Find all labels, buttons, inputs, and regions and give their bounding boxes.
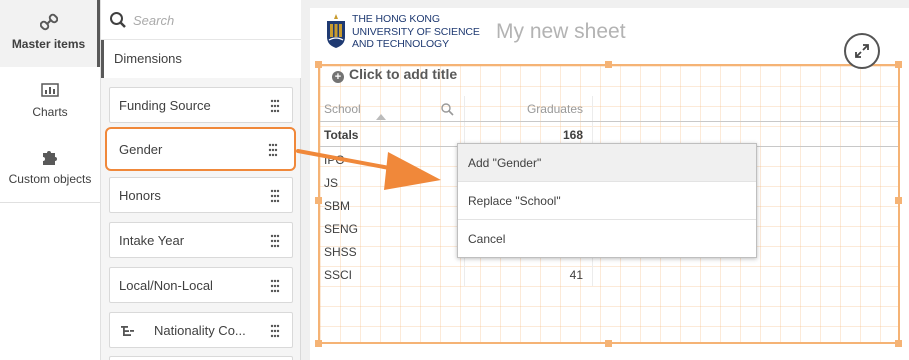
nav-master-items-label: Master items bbox=[11, 37, 86, 51]
dimension-item-gender[interactable]: Gender bbox=[105, 127, 296, 171]
logo-line: AND TECHNOLOGY bbox=[352, 38, 450, 50]
sort-ascending-icon[interactable] bbox=[376, 114, 386, 120]
dimension-item-intake-year[interactable]: Intake Year bbox=[109, 222, 293, 258]
dimension-label: Nationality Co... bbox=[154, 323, 246, 338]
nav-custom-objects-label: Custom objects bbox=[8, 172, 92, 186]
expand-button[interactable] bbox=[844, 33, 880, 69]
resize-handle[interactable] bbox=[895, 61, 902, 68]
search-input[interactable] bbox=[133, 10, 293, 30]
resize-handle[interactable] bbox=[895, 340, 902, 347]
table-row[interactable]: SSCI 41 bbox=[320, 264, 898, 287]
resize-handle[interactable] bbox=[315, 340, 322, 347]
table-header: School Graduates bbox=[320, 96, 898, 122]
nav-divider bbox=[0, 202, 100, 203]
plus-icon: + bbox=[332, 71, 344, 83]
drag-handle-icon[interactable] bbox=[270, 324, 280, 338]
nav-master-items[interactable]: Master items bbox=[0, 0, 100, 67]
totals-value: 168 bbox=[562, 128, 583, 142]
dimension-item-partial[interactable] bbox=[109, 356, 293, 360]
drill-down-icon bbox=[121, 326, 134, 336]
column-header-graduates[interactable]: Graduates bbox=[480, 96, 583, 122]
resize-handle[interactable] bbox=[315, 61, 322, 68]
dimension-item-funding-source[interactable]: Funding Source bbox=[109, 87, 293, 123]
drag-handle-icon[interactable] bbox=[270, 234, 280, 248]
search-bar bbox=[101, 0, 301, 40]
logo-text: THE HONG KONG UNIVERSITY OF SCIENCE AND … bbox=[352, 13, 480, 51]
dimension-item-honors[interactable]: Honors bbox=[109, 177, 293, 213]
crest-icon bbox=[327, 14, 345, 48]
cell-school: SHSS bbox=[324, 245, 357, 259]
resize-handle[interactable] bbox=[605, 340, 612, 347]
dimension-label: Honors bbox=[119, 188, 161, 203]
drag-handle-icon[interactable] bbox=[270, 279, 280, 293]
cell-school: JS bbox=[324, 176, 339, 190]
expand-icon bbox=[855, 44, 869, 58]
cell-graduates: 41 bbox=[569, 268, 583, 282]
dimension-label: Gender bbox=[119, 142, 163, 157]
cell-school: SSCI bbox=[324, 268, 353, 282]
drag-handle-icon[interactable] bbox=[270, 99, 280, 113]
dimension-label: Intake Year bbox=[119, 233, 185, 248]
nav-charts[interactable]: Charts bbox=[0, 68, 100, 135]
puzzle-icon bbox=[43, 151, 57, 165]
cell-school: SENG bbox=[324, 222, 359, 236]
left-nav: Master items Charts Custom objects bbox=[0, 0, 101, 360]
university-logo: THE HONG KONG UNIVERSITY OF SCIENCE AND … bbox=[325, 13, 485, 51]
sheet-title[interactable]: My new sheet bbox=[496, 20, 626, 44]
drag-handle-icon[interactable] bbox=[270, 189, 280, 203]
menu-item-replace-school[interactable]: Replace "School" bbox=[458, 182, 756, 220]
header-divider bbox=[320, 121, 898, 122]
dimension-label: Local/Non-Local bbox=[119, 278, 213, 293]
cell-school: SBM bbox=[324, 199, 351, 213]
logo-line: UNIVERSITY OF SCIENCE bbox=[352, 25, 480, 38]
totals-label: Totals bbox=[324, 128, 359, 142]
menu-item-add-gender[interactable]: Add "Gender" bbox=[458, 144, 756, 182]
dimension-item-local-non-local[interactable]: Local/Non-Local bbox=[109, 267, 293, 303]
logo-line: THE HONG KONG bbox=[352, 13, 440, 25]
add-title-label: Click to add title bbox=[349, 66, 458, 82]
cell-school: IPO bbox=[324, 153, 345, 167]
nav-custom-objects[interactable]: Custom objects bbox=[0, 135, 100, 202]
nav-charts-label: Charts bbox=[32, 105, 68, 119]
dimensions-section-header[interactable]: Dimensions bbox=[101, 40, 301, 78]
menu-item-cancel[interactable]: Cancel bbox=[458, 220, 756, 258]
search-icon[interactable] bbox=[441, 103, 454, 116]
link-icon bbox=[39, 13, 58, 31]
drag-handle-icon[interactable] bbox=[268, 143, 278, 157]
drop-context-menu: Add "Gender" Replace "School" Cancel bbox=[457, 143, 757, 258]
add-title-button[interactable]: + Click to add title bbox=[332, 66, 457, 83]
bar-chart-icon bbox=[41, 83, 59, 97]
dimension-item-nationality[interactable]: Nationality Co... bbox=[109, 312, 293, 348]
resize-handle[interactable] bbox=[605, 61, 612, 68]
search-icon bbox=[110, 12, 126, 28]
dimension-label: Funding Source bbox=[119, 98, 211, 113]
column-header-school[interactable]: School bbox=[324, 96, 361, 122]
